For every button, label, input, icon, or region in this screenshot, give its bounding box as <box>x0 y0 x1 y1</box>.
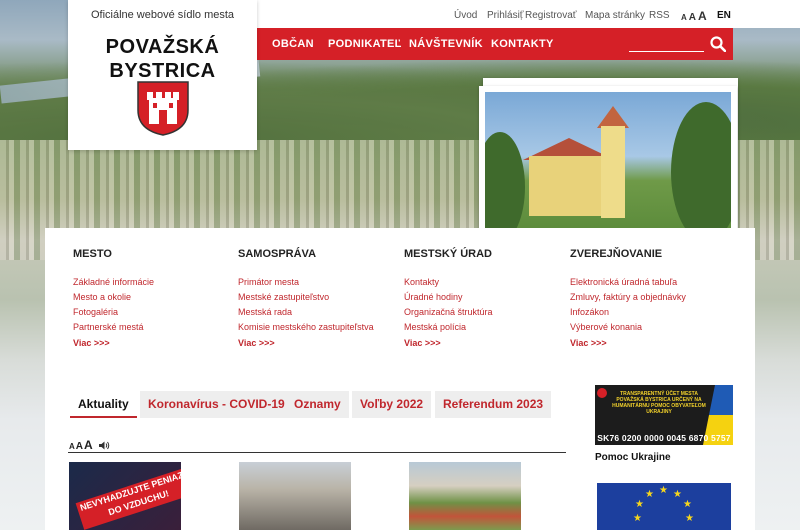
tab-divider <box>68 452 566 453</box>
menu-more-link[interactable]: Viac >>> <box>570 336 730 351</box>
nav-item-podnikatel[interactable]: PODNIKATEĽ <box>328 38 402 50</box>
church-body-shape <box>529 156 609 216</box>
nav-item-obcan[interactable]: OBČAN <box>272 38 314 50</box>
font-medium-button[interactable]: A <box>689 12 696 23</box>
menu-column-mesto: MESTO Základné informácie Mesto a okolie… <box>73 248 233 351</box>
ukraine-aid-banner[interactable]: TRANSPARENTNÝ ÚČET MESTA POVAŽSKÁ BYSTRI… <box>595 385 733 445</box>
login-link[interactable]: Prihlásiť <box>487 10 524 21</box>
ukraine-iban: SK76 0200 0000 0045 6870 5757 <box>597 433 731 443</box>
tab-referendum-2023[interactable]: Referendum 2023 <box>435 391 552 418</box>
menu-link[interactable]: Fotogaléria <box>73 305 233 320</box>
nav-item-kontakty[interactable]: KONTAKTY <box>491 38 554 50</box>
tab-oznamy[interactable]: Oznamy <box>286 391 349 418</box>
menu-heading[interactable]: MESTSKÝ ÚRAD <box>404 248 564 260</box>
menu-link[interactable]: Mestská polícia <box>404 320 564 335</box>
ukraine-aid-caption[interactable]: Pomoc Ukrajine <box>595 452 671 463</box>
menu-link[interactable]: Elektronická úradná tabuľa <box>570 275 730 290</box>
site-title: POVAŽSKÁ BYSTRICA <box>68 35 257 83</box>
speaker-icon[interactable] <box>99 441 110 450</box>
site-logo[interactable]: Oficiálne webové sídlo mesta POVAŽSKÁ BY… <box>68 0 257 150</box>
church-tower-shape <box>601 126 625 218</box>
city-badge-icon <box>597 388 607 398</box>
news-thumbnail[interactable] <box>239 462 351 530</box>
menu-heading[interactable]: ZVEREJŇOVANIE <box>570 248 730 260</box>
utility-bar: Úvod Prihlásiť | Registrovať Mapa stránk… <box>257 0 800 28</box>
article-font-small-button[interactable]: A <box>69 442 75 451</box>
tree-shape <box>671 102 731 235</box>
eu-star-icon: ★ <box>645 489 654 500</box>
article-font-controls: AAA <box>69 438 110 452</box>
menu-column-mestsky-urad: MESTSKÝ ÚRAD Kontakty Úradné hodiny Orga… <box>404 248 564 351</box>
coat-of-arms-icon <box>137 81 189 136</box>
register-link[interactable]: Registrovať <box>525 10 577 21</box>
eu-star-icon: ★ <box>659 485 668 496</box>
menu-link[interactable]: Komisie mestského zastupiteľstva <box>238 320 398 335</box>
article-font-medium-button[interactable]: A <box>76 441 83 452</box>
menu-more-link[interactable]: Viac >>> <box>238 336 398 351</box>
menu-link[interactable]: Mestská rada <box>238 305 398 320</box>
news-thumbnail[interactable]: NEVYHADZUJTE PENIAZE DO VZDUCHU! <box>69 462 181 530</box>
site-tagline: Oficiálne webové sídlo mesta <box>90 9 235 21</box>
menu-link[interactable]: Zmluvy, faktúry a objednávky <box>570 290 730 305</box>
tab-volby-2022[interactable]: Voľby 2022 <box>352 391 432 418</box>
menu-link[interactable]: Partnerské mestá <box>73 320 233 335</box>
nav-item-navstevnik[interactable]: NÁVŠTEVNÍK <box>409 38 483 50</box>
eu-star-icon: ★ <box>685 513 694 524</box>
menu-more-link[interactable]: Viac >>> <box>73 336 233 351</box>
menu-column-zverejnovanie: ZVEREJŇOVANIE Elektronická úradná tabuľa… <box>570 248 730 351</box>
menu-column-samosprava: SAMOSPRÁVA Primátor mesta Mestské zastup… <box>238 248 398 351</box>
article-font-large-button[interactable]: A <box>84 438 93 452</box>
menu-heading[interactable]: SAMOSPRÁVA <box>238 248 398 260</box>
menu-link[interactable]: Kontakty <box>404 275 564 290</box>
news-thumbnail[interactable] <box>409 462 521 530</box>
menu-link[interactable]: Mestské zastupiteľstvo <box>238 290 398 305</box>
ukraine-banner-text: TRANSPARENTNÝ ÚČET MESTA POVAŽSKÁ BYSTRI… <box>612 391 706 415</box>
menu-link[interactable]: Mesto a okolie <box>73 290 233 305</box>
tab-koronavirus[interactable]: Koronavírus - COVID-19 <box>140 391 293 418</box>
news-thumbnail-caption: NEVYHADZUJTE PENIAZE DO VZDUCHU! <box>75 466 181 530</box>
eu-star-icon: ★ <box>635 499 644 510</box>
menu-heading[interactable]: MESTO <box>73 248 233 260</box>
tree-shape <box>485 132 525 235</box>
search-input[interactable] <box>629 36 704 52</box>
menu-link[interactable]: Primátor mesta <box>238 275 398 290</box>
menu-link[interactable]: Základné informácie <box>73 275 233 290</box>
church-photo <box>485 92 731 235</box>
featured-photo-frame[interactable] <box>479 86 737 241</box>
login-separator: | <box>520 10 523 21</box>
church-spire-shape <box>597 106 629 128</box>
eu-star-icon: ★ <box>633 513 642 524</box>
menu-more-link[interactable]: Viac >>> <box>404 336 564 351</box>
eu-star-icon: ★ <box>683 499 692 510</box>
rss-link[interactable]: RSS <box>649 10 670 21</box>
search-icon[interactable] <box>710 36 726 52</box>
sitemap-link[interactable]: Mapa stránky <box>585 10 645 21</box>
menu-link[interactable]: Úradné hodiny <box>404 290 564 305</box>
font-large-button[interactable]: A <box>698 9 707 23</box>
language-switch-en[interactable]: EN <box>717 10 731 21</box>
font-size-controls: AAA <box>681 7 709 25</box>
menu-link[interactable]: Infozákon <box>570 305 730 320</box>
eu-flag-banner[interactable]: ★ ★ ★ ★ ★ ★ ★ <box>597 483 731 530</box>
main-navigation: OBČAN PODNIKATEĽ NÁVŠTEVNÍK KONTAKTY <box>257 28 733 60</box>
font-small-button[interactable]: A <box>681 13 687 22</box>
menu-link[interactable]: Organizačná štruktúra <box>404 305 564 320</box>
eu-star-icon: ★ <box>673 489 682 500</box>
menu-link[interactable]: Výberové konania <box>570 320 730 335</box>
content-area: Aktuality Koronavírus - COVID-19 Oznamy … <box>45 356 755 530</box>
tab-aktuality[interactable]: Aktuality <box>70 391 137 418</box>
site-title-line1: POVAŽSKÁ <box>105 36 220 58</box>
home-link[interactable]: Úvod <box>454 10 477 21</box>
mega-menu: MESTO Základné informácie Mesto a okolie… <box>45 228 755 356</box>
